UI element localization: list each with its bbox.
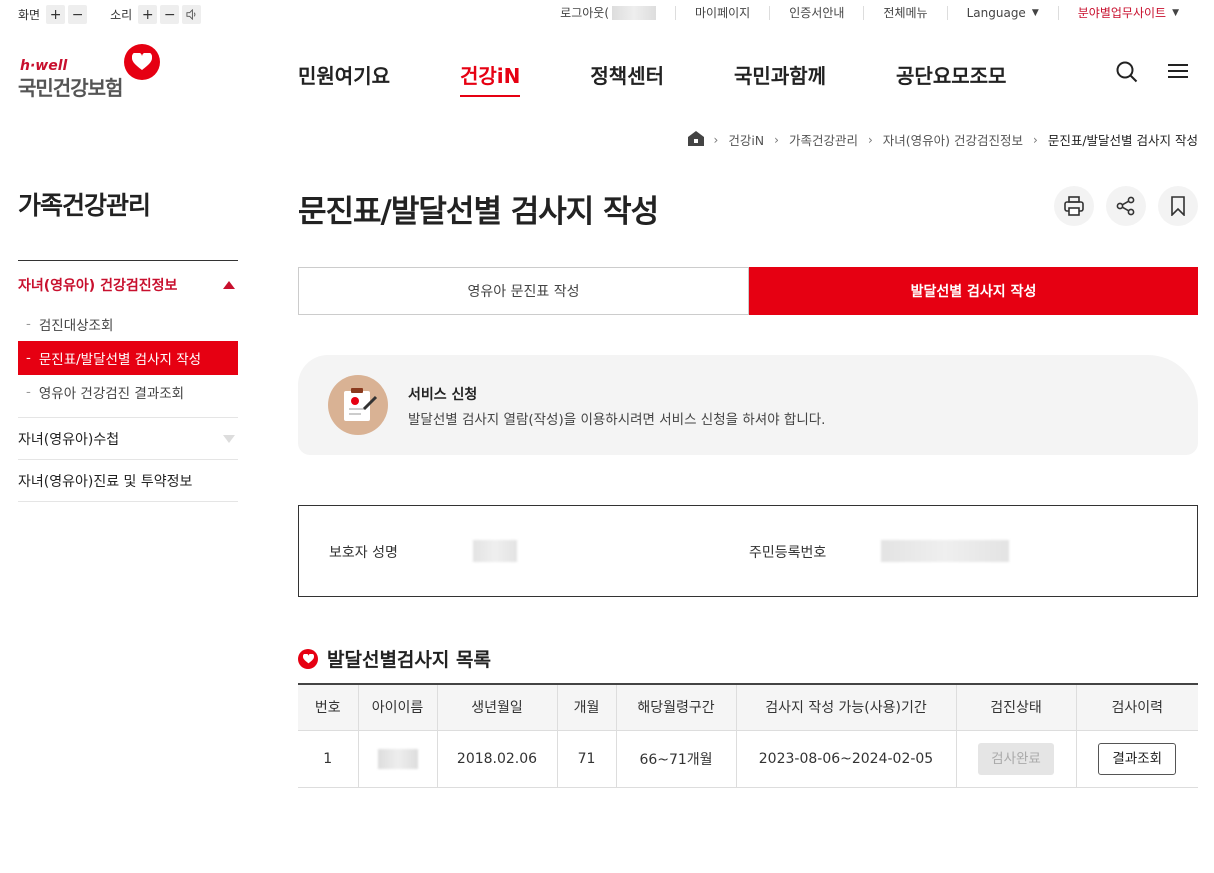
breadcrumb-current: 문진표/발달선별 검사지 작성	[1047, 133, 1198, 148]
bookmark-icon	[1171, 196, 1185, 216]
col-header: 생년월일	[436, 683, 557, 731]
view-result-button[interactable]: 결과조회	[1098, 742, 1177, 775]
gnb-item-health[interactable]: 건강iN	[460, 60, 521, 97]
screening-list-title: 발달선별검사지 목록	[298, 645, 491, 672]
share-button[interactable]	[1106, 186, 1146, 226]
guardian-name-label: 보호자 성명	[329, 545, 398, 561]
volume-down-button[interactable]: −	[160, 5, 180, 24]
home-icon[interactable]	[687, 130, 704, 149]
accessibility-controls: 화면 + − 소리 + −	[18, 5, 224, 24]
heart-logo-icon	[124, 44, 160, 80]
mypage-link[interactable]: 마이페이지	[675, 6, 769, 20]
main-navigation: 민원여기요 건강iN 정책센터 국민과함께 공단요모조모	[298, 60, 1076, 97]
lnb-item-child-treatment[interactable]: 자녀(영유아)진료 및 투약정보	[18, 460, 238, 502]
caret-down-icon: ▼	[1172, 8, 1179, 18]
guardian-info-box: 보호자 성명 주민등록번호	[298, 505, 1198, 597]
service-notice: 서비스 신청 발달선별 검사지 열람(작성)을 이용하시려면 서비스 신청을 하…	[298, 355, 1198, 455]
sound-group: 소리 + −	[110, 5, 204, 24]
business-sites-select[interactable]: 분야별업무사이트 ▼	[1057, 6, 1198, 20]
form-tabs: 영유아 문진표 작성 발달선별 검사지 작성	[298, 267, 1198, 315]
cell-status: 검사완료	[955, 730, 1076, 788]
col-header: 개월	[556, 683, 616, 731]
zoom-in-button[interactable]: +	[46, 5, 66, 24]
rrn-label: 주민등록번호	[749, 545, 827, 561]
chevron-right-icon: ›	[867, 132, 873, 147]
breadcrumb-item[interactable]: 자녀(영유아) 건강검진정보	[883, 130, 1023, 149]
header-icons	[1086, 61, 1188, 87]
speaker-icon[interactable]	[182, 5, 202, 24]
bookmark-button[interactable]	[1158, 186, 1198, 226]
gnb-item-about[interactable]: 공단요모조모	[896, 60, 1006, 97]
breadcrumb: › 건강iN › 가족건강관리 › 자녀(영유아) 건강검진정보 › 문진표/발…	[687, 130, 1198, 149]
col-header: 아이이름	[357, 683, 437, 731]
clipboard-icon	[328, 375, 388, 435]
gnb-item-together[interactable]: 국민과함께	[734, 60, 826, 97]
volume-up-button[interactable]: +	[138, 5, 158, 24]
caret-down-icon: ▼	[1031, 8, 1039, 18]
all-menu-link[interactable]: 전체메뉴	[863, 6, 946, 20]
language-select[interactable]: Language ▼	[946, 6, 1058, 20]
expand-arrow-icon	[223, 434, 235, 443]
lnb-title: 가족건강관리	[18, 191, 151, 220]
notice-title: 서비스 신청	[408, 387, 478, 403]
cell-birth: 2018.02.06	[436, 730, 557, 788]
child-name-masked	[377, 748, 418, 769]
gnb-item-civil[interactable]: 민원여기요	[298, 60, 390, 97]
col-header: 검진상태	[955, 683, 1076, 731]
zoom-out-button[interactable]: −	[68, 5, 88, 24]
cell-no: 1	[298, 730, 358, 788]
cell-history: 결과조회	[1075, 730, 1198, 788]
cell-child-name	[357, 730, 437, 788]
col-header: 해당월령구간	[615, 683, 736, 731]
col-header: 검사지 작성 가능(사용)기간	[735, 683, 956, 731]
chevron-right-icon: ›	[713, 132, 719, 147]
print-button[interactable]	[1054, 186, 1094, 226]
col-header: 번호	[298, 683, 358, 731]
page-title: 문진표/발달선별 검사지 작성	[298, 194, 659, 230]
utility-bar: 화면 + − 소리 + − 로그아웃( 마이페이지 인증서안내 전체메뉴 Lan…	[0, 0, 1214, 30]
cell-months: 71	[556, 730, 616, 788]
rrn-masked	[881, 540, 1009, 562]
breadcrumb-item[interactable]: 가족건강관리	[789, 130, 858, 149]
share-icon	[1116, 196, 1135, 216]
side-navigation: 자녀(영유아) 건강검진정보 - 검진대상조회 - 문진표/발달선별 검사지 작성 …	[18, 260, 238, 502]
tab-infant-questionnaire[interactable]: 영유아 문진표 작성	[298, 267, 749, 315]
lnb-submenu: - 검진대상조회 - 문진표/발달선별 검사지 작성 - 영유아 건강검진 결과조회	[18, 297, 238, 418]
chevron-right-icon: ›	[1033, 132, 1038, 147]
lnb-item-child-checkup[interactable]: 자녀(영유아) 건강검진정보	[18, 273, 238, 297]
sound-label: 소리	[110, 8, 133, 22]
lnb-subitem-target[interactable]: - 검진대상조회	[18, 307, 238, 341]
screening-table: 번호 아이이름 생년월일 개월 해당월령구간 검사지 작성 가능(사용)기간 검…	[298, 683, 1198, 788]
user-name-masked	[612, 6, 657, 20]
collapse-arrow-icon	[223, 281, 235, 289]
breadcrumb-item[interactable]: 건강iN	[728, 130, 764, 149]
tab-development-screening[interactable]: 발달선별 검사지 작성	[749, 267, 1198, 315]
menu-icon[interactable]	[1168, 61, 1188, 87]
cell-period: 2023-08-06~2024-02-05	[735, 730, 956, 788]
guardian-name-masked	[473, 540, 517, 562]
chevron-right-icon: ›	[774, 132, 779, 147]
table-row: 1 2018.02.06 71 66~71개월 2023-08-06~2024-…	[298, 730, 1198, 788]
print-icon	[1064, 196, 1084, 216]
utility-links: 로그아웃( 마이페이지 인증서안내 전체메뉴 Language ▼ 분야별업무사이…	[541, 6, 1198, 20]
logo-brand-name: 국민건강보험	[18, 76, 123, 100]
logout-link[interactable]: 로그아웃(	[541, 6, 675, 20]
screen-label: 화면	[18, 8, 41, 22]
table-header-row: 번호 아이이름 생년월일 개월 해당월령구간 검사지 작성 가능(사용)기간 검…	[298, 683, 1198, 731]
heart-bullet-icon	[298, 648, 318, 669]
lnb-subitem-questionnaire[interactable]: - 문진표/발달선별 검사지 작성	[18, 341, 238, 375]
lnb-item-child-handbook[interactable]: 자녀(영유아)수첩	[18, 418, 238, 460]
certificate-info-link[interactable]: 인증서안내	[769, 6, 863, 20]
screen-zoom-group: 화면 + −	[18, 5, 90, 24]
search-icon[interactable]	[1116, 61, 1138, 87]
page-tools	[1042, 186, 1198, 226]
gnb-item-policy[interactable]: 정책센터	[590, 60, 664, 97]
notice-description: 발달선별 검사지 열람(작성)을 이용하시려면 서비스 신청을 하셔야 합니다.	[408, 412, 826, 428]
col-header: 검사이력	[1075, 683, 1198, 731]
exam-complete-button: 검사완료	[978, 742, 1054, 775]
lnb-subitem-results[interactable]: - 영유아 건강검진 결과조회	[18, 375, 238, 409]
site-logo[interactable]: h·well 국민건강보험	[18, 44, 163, 100]
cell-range: 66~71개월	[615, 730, 736, 788]
